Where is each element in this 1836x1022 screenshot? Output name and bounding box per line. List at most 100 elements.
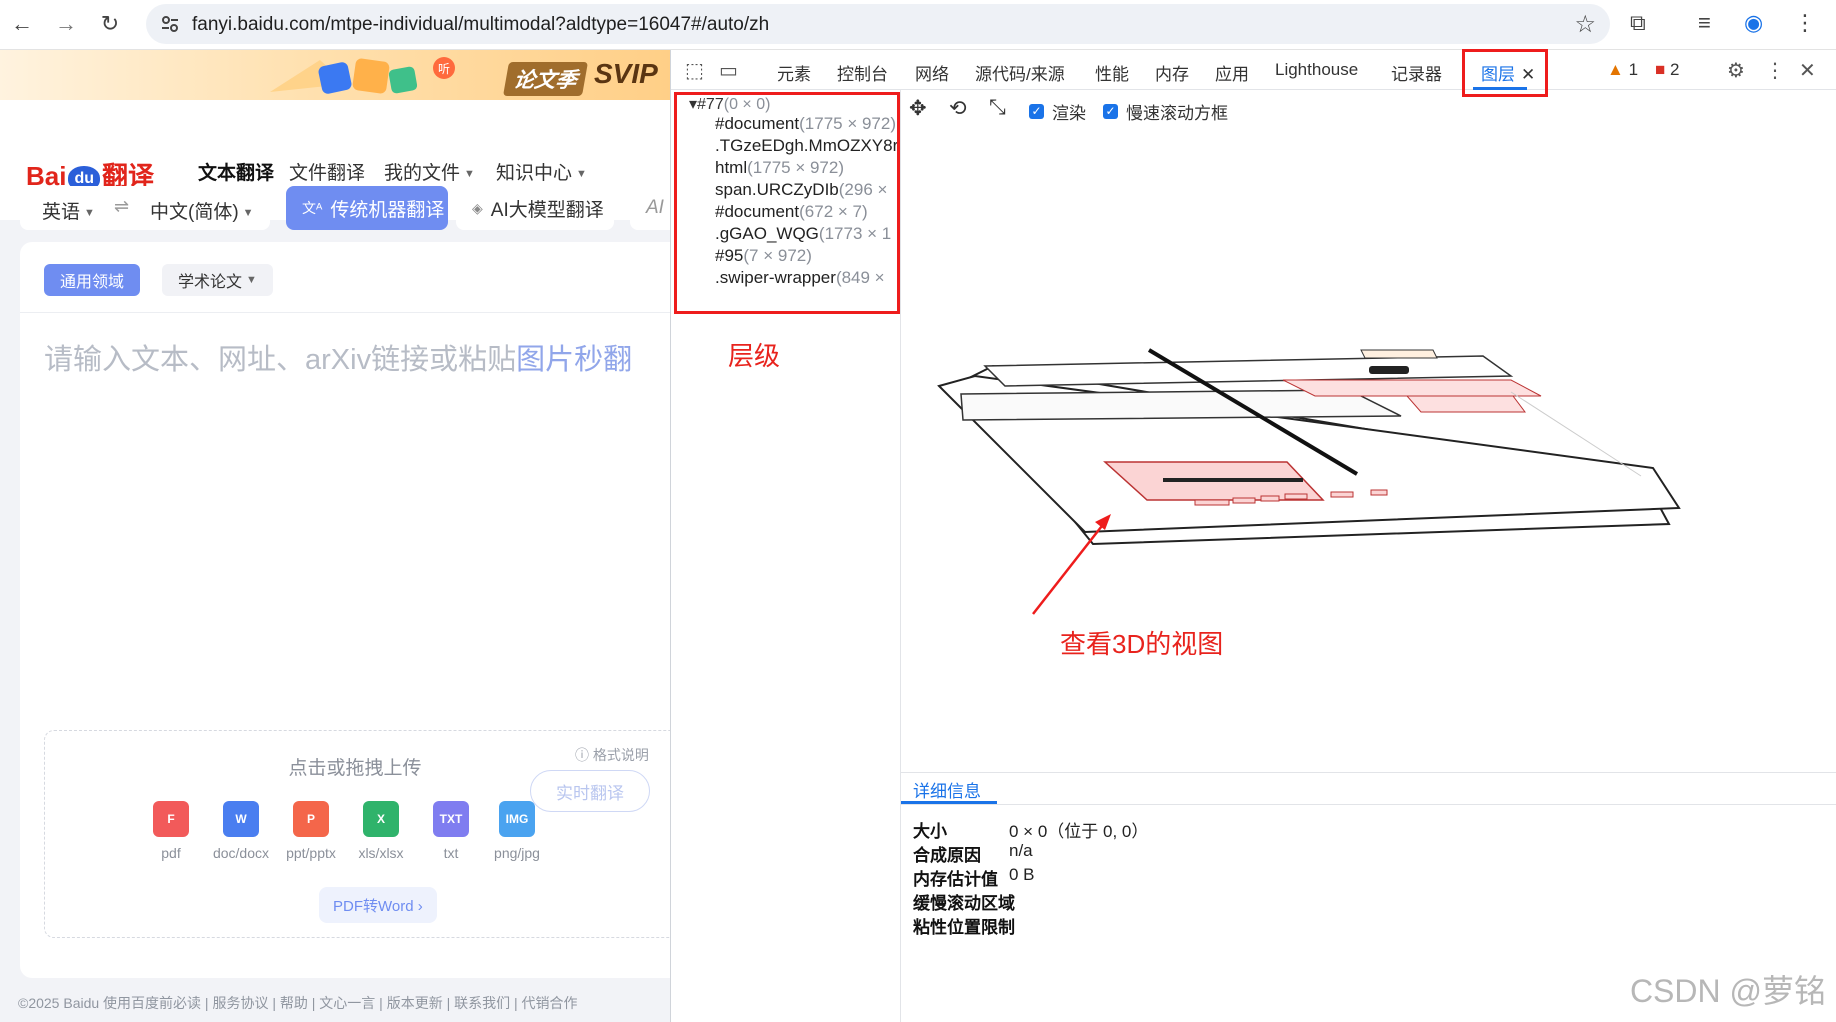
checkbox-icon: ✓ xyxy=(1103,104,1118,119)
annotation-layers-label: 层级 xyxy=(728,341,781,371)
realtime-translate-button[interactable]: 实时翻译 xyxy=(530,770,650,812)
nav-file-translate[interactable]: 文件翻译 xyxy=(289,158,365,185)
tab-recorder[interactable]: 记录器 xyxy=(1391,60,1442,85)
errors-badge[interactable]: ■ 2 xyxy=(1655,60,1679,80)
machine-translate-label: 传统机器翻译 xyxy=(330,199,445,221)
tab-application[interactable]: 应用 xyxy=(1215,60,1249,85)
nav-label: 文本翻译 xyxy=(198,163,275,184)
render-checkbox[interactable]: ✓ 渲染 xyxy=(1029,99,1086,124)
nav-knowledge-center[interactable]: 知识中心 ▼ xyxy=(496,158,587,185)
nav-my-files[interactable]: 我的文件 ▼ xyxy=(384,158,475,185)
warnings-badge[interactable]: ▲ 1 xyxy=(1607,60,1638,80)
domain-general-chip[interactable]: 通用领域 xyxy=(44,264,141,296)
profile-icon[interactable]: ◉ xyxy=(1744,10,1763,36)
tab-details[interactable]: 详细信息 xyxy=(913,777,981,802)
filetype-xls[interactable]: X xls/xlsx xyxy=(351,801,411,861)
target-language-select[interactable]: 中文(简体) ▼ xyxy=(150,197,254,224)
tab-network[interactable]: 网络 xyxy=(915,60,949,85)
detail-key: 合成原因 xyxy=(913,846,981,865)
layer-chip xyxy=(1194,499,1230,506)
promo-banner[interactable]: 听 论文季 SVIP xyxy=(0,50,670,100)
annotation-box-layers-tree xyxy=(674,92,900,314)
banner-svip: SVIP xyxy=(594,58,658,89)
filetype-label: pdf xyxy=(161,845,181,861)
filetype-pdf[interactable]: F pdf xyxy=(141,801,201,861)
more-mode-button[interactable]: AI xyxy=(630,186,670,230)
source-text-input[interactable]: 请输入文本、网址、arXiv链接或粘贴图片秒翻 xyxy=(44,336,632,378)
checkbox-icon: ✓ xyxy=(1029,104,1044,119)
detail-value: 0 × 0（位于 0, 0） xyxy=(1009,822,1149,841)
tab-lighthouse[interactable]: Lighthouse xyxy=(1275,60,1358,80)
more-options-icon[interactable]: ⋮ xyxy=(1765,58,1785,83)
tab-elements[interactable]: 元素 xyxy=(777,60,811,85)
menu-icon[interactable]: ⋮ xyxy=(1794,10,1816,36)
filetype-image[interactable]: IMG png/jpg xyxy=(487,801,547,861)
annotation-arrow xyxy=(1032,521,1106,615)
detail-value: n/a xyxy=(1009,841,1033,860)
render-label: 渲染 xyxy=(1052,104,1086,123)
ai-model-translate-button[interactable]: ◈ AI大模型翻译 xyxy=(456,186,614,230)
translation-editor: 通用领域 学术论文 ▼ 请输入文本、网址、arXiv链接或粘贴图片秒翻 点击或拖拽… xyxy=(20,242,670,978)
close-devtools-icon[interactable]: ✕ xyxy=(1799,58,1816,83)
device-toolbar-icon[interactable]: ▭ xyxy=(719,58,738,83)
filetype-label: ppt/pptx xyxy=(286,845,336,861)
detail-key: 大小 xyxy=(913,822,947,841)
tune-icon[interactable] xyxy=(160,14,180,34)
extensions-icon[interactable]: ⧉ xyxy=(1630,10,1646,36)
image-translate-link[interactable]: 图片秒翻 xyxy=(516,344,632,376)
filetype-doc[interactable]: W doc/docx xyxy=(211,801,271,861)
file-upload-zone[interactable]: 点击或拖拽上传 ⓘ 格式说明 F pdf W doc/docx P ppt/pp… xyxy=(44,730,670,938)
filetype-txt[interactable]: TXT txt xyxy=(421,801,481,861)
inspect-element-icon[interactable]: ⬚ xyxy=(685,58,704,83)
layers-3d-canvas[interactable] xyxy=(901,130,1836,710)
nav-text-translate[interactable]: 文本翻译 xyxy=(198,158,274,185)
address-bar[interactable]: fanyi.baidu.com/mtpe-individual/multimod… xyxy=(146,4,1610,44)
detail-value: 0 B xyxy=(1009,865,1035,884)
forward-icon[interactable]: → xyxy=(50,8,82,40)
layers-3d-viewer[interactable]: ✥ ⟲ ⤡ ✓ 渲染 ✓ 慢速滚动方框 xyxy=(901,90,1836,710)
filetype-label: png/jpg xyxy=(494,845,540,861)
tab-memory[interactable]: 内存 xyxy=(1155,60,1189,85)
detail-key: 粘性位置限制 xyxy=(913,918,1015,937)
media-icon[interactable]: ≡ xyxy=(1698,10,1711,36)
banner-tag: 论文季 xyxy=(503,62,588,96)
help-icon: ⓘ xyxy=(575,747,593,763)
powerpoint-icon: P xyxy=(293,801,329,837)
tab-console[interactable]: 控制台 xyxy=(837,60,888,85)
swap-languages-icon[interactable]: ⇌ xyxy=(114,196,129,217)
site-footer[interactable]: ©2025 Baidu 使用百度前必读 | 服务协议 | 帮助 | 文心一言 |… xyxy=(18,993,578,1013)
star-icon[interactable]: ☆ xyxy=(1574,10,1596,39)
annotation-box-layers-tab xyxy=(1462,49,1548,97)
svg-text:听: 听 xyxy=(438,62,450,76)
filetype-label: xls/xlsx xyxy=(358,845,404,861)
machine-translate-button[interactable]: 文ᴬ 传统机器翻译 xyxy=(286,186,448,230)
tab-performance[interactable]: 性能 xyxy=(1095,60,1129,85)
more-mode-label: AI xyxy=(646,197,664,218)
tab-sources[interactable]: 源代码/来源 xyxy=(975,60,1065,85)
pan-icon[interactable]: ✥ xyxy=(909,96,927,121)
gear-icon[interactable]: ⚙ xyxy=(1727,58,1745,83)
reload-icon[interactable]: ↻ xyxy=(94,8,126,40)
format-help-label: 格式说明 xyxy=(592,747,649,763)
layer-chip xyxy=(1232,497,1256,504)
filetype-ppt[interactable]: P ppt/pptx xyxy=(281,801,341,861)
reset-view-icon[interactable]: ⤡ xyxy=(989,96,1006,120)
domain-academic-chip[interactable]: 学术论文 ▼ xyxy=(162,264,273,296)
domain-academic-label: 学术论文 xyxy=(178,274,243,291)
devtools-tabbar: ⬚ ▭ 元素 控制台 网络 源代码/来源 性能 内存 应用 Lighthouse… xyxy=(671,50,1836,90)
layer-chip xyxy=(1370,489,1388,496)
divider xyxy=(20,312,670,313)
pdf-to-word-button[interactable]: PDF转Word › xyxy=(319,887,437,923)
source-language-select[interactable]: 英语 ▼ xyxy=(42,197,95,224)
ai-model-translate-label: AI大模型翻译 xyxy=(490,199,604,221)
divider xyxy=(901,804,1836,805)
slow-scroll-checkbox[interactable]: ✓ 慢速滚动方框 xyxy=(1103,99,1228,124)
format-help-link[interactable]: ⓘ 格式说明 xyxy=(575,745,649,765)
rotate-icon[interactable]: ⟲ xyxy=(949,96,967,121)
nav-label: 文件翻译 xyxy=(289,163,366,184)
layer-highlight xyxy=(1405,395,1526,413)
url-text[interactable]: fanyi.baidu.com/mtpe-individual/multimod… xyxy=(192,14,769,36)
nav-label: 我的文件 xyxy=(384,163,461,184)
detail-key: 内存估计值 xyxy=(913,870,998,889)
back-icon[interactable]: ← xyxy=(6,8,38,40)
